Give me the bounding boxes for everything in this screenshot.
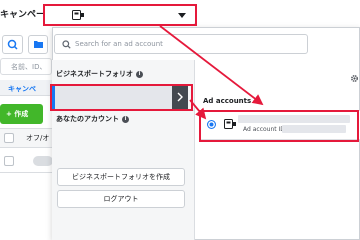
create-portfolio-button[interactable]: ビジネスポートフォリオを作成: [57, 168, 185, 186]
your-accounts-title: あなたのアカウント i: [56, 114, 129, 124]
account-search-box[interactable]: [54, 34, 308, 54]
highlight-account-selector: [43, 4, 197, 26]
row-divider: [0, 172, 52, 173]
business-portfolio-title: ビジネスポートフォリオ i: [56, 69, 143, 79]
info-icon[interactable]: i: [136, 70, 143, 78]
folder-icon: [34, 41, 43, 48]
create-button[interactable]: + 作成: [0, 104, 43, 124]
business-portfolio-label: ビジネスポートフォリオ: [56, 70, 133, 78]
info-icon[interactable]: i: [122, 115, 129, 123]
highlight-ad-account-row: [199, 110, 359, 142]
search-button[interactable]: [2, 35, 23, 54]
column-onoff-label: オフ/オ: [26, 134, 50, 142]
gear-icon[interactable]: [350, 74, 359, 83]
search-icon: [62, 40, 71, 49]
row-checkbox[interactable]: [4, 156, 14, 166]
select-all-checkbox[interactable]: [4, 133, 14, 143]
ad-accounts-title: Ad accounts: [203, 97, 252, 105]
row-toggle[interactable]: [33, 156, 53, 166]
logout-button[interactable]: ログアウト: [57, 190, 185, 208]
folder-button[interactable]: [28, 35, 48, 54]
your-accounts-label: あなたのアカウント: [56, 115, 119, 123]
filter-input[interactable]: 名前、ID、: [0, 58, 52, 75]
search-icon: [7, 39, 18, 50]
highlight-portfolio-item: [50, 84, 193, 111]
account-search-input[interactable]: [75, 36, 303, 52]
tab-campaigns[interactable]: キャンペ: [8, 84, 36, 94]
